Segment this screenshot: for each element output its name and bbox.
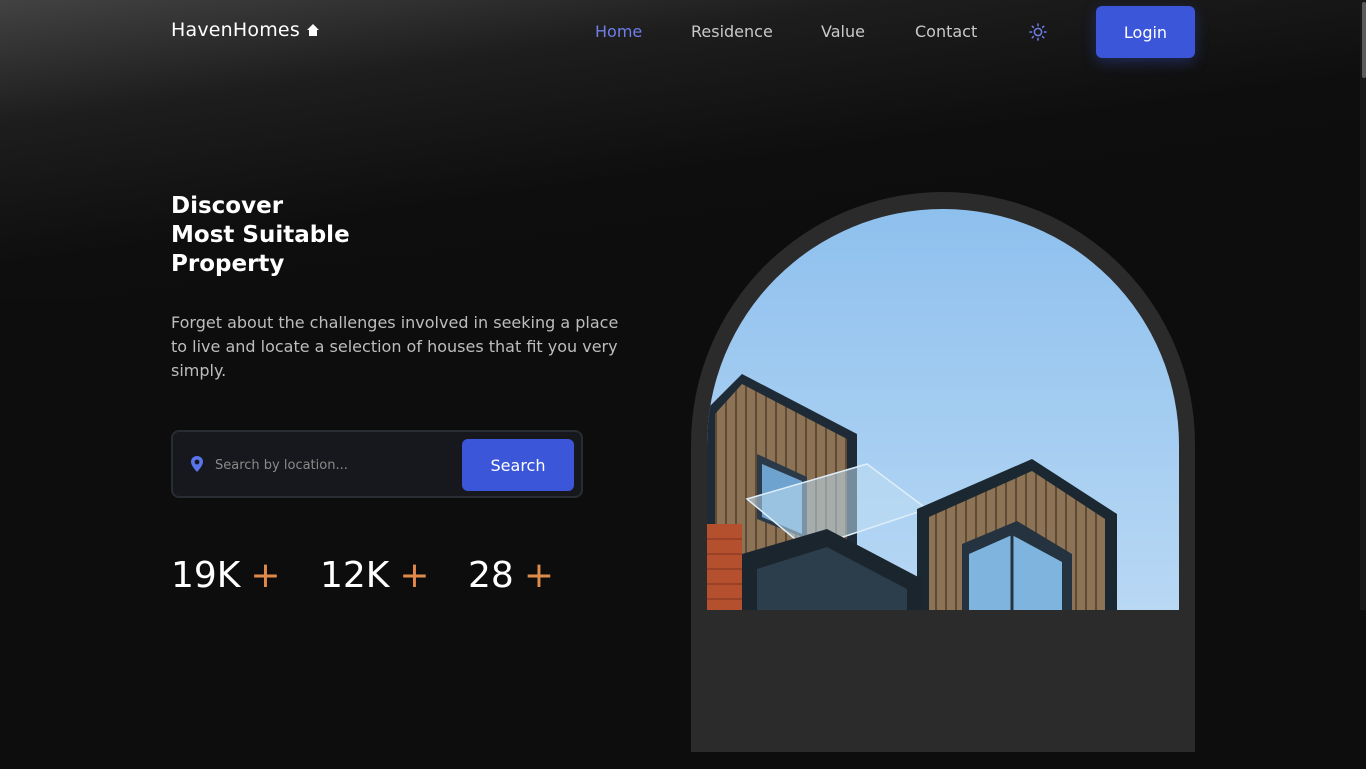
- search-button[interactable]: Search: [462, 439, 574, 491]
- hero-building-image: [707, 209, 1179, 769]
- nav-value[interactable]: Value: [821, 22, 865, 41]
- stat-happy: 12K +: [320, 555, 430, 596]
- home-icon: [306, 24, 319, 36]
- nav-home[interactable]: Home: [595, 22, 642, 41]
- brand-name: HavenHomes: [171, 19, 300, 41]
- scrollbar-thumb[interactable]: [1362, 2, 1366, 78]
- stat-awards: 28 +: [468, 555, 554, 596]
- login-button[interactable]: Login: [1096, 6, 1195, 58]
- stat-value: 19K: [171, 555, 241, 596]
- stat-plus: +: [250, 555, 281, 596]
- hero-title-line: Discover: [171, 193, 284, 219]
- sun-icon[interactable]: [1029, 23, 1047, 41]
- nav-contact[interactable]: Contact: [915, 22, 977, 41]
- hero-title-line: Property: [171, 251, 285, 277]
- stat-premium: 19K +: [171, 555, 281, 596]
- hero-title-line: Most Suitable: [171, 222, 350, 248]
- stat-value: 12K: [320, 555, 390, 596]
- page-scrollbar[interactable]: [1360, 0, 1366, 610]
- stat-value: 28: [468, 555, 514, 596]
- nav-residence[interactable]: Residence: [691, 22, 773, 41]
- hero-description: Forget about the challenges involved in …: [171, 313, 619, 380]
- stat-plus: +: [523, 555, 554, 596]
- hero-title: Discover Most Suitable Property: [171, 192, 350, 279]
- stat-plus: +: [399, 555, 430, 596]
- search-bar: Search: [171, 430, 583, 498]
- brand-logo[interactable]: HavenHomes: [171, 19, 320, 41]
- location-pin-icon: [191, 456, 203, 472]
- search-input[interactable]: [213, 450, 417, 480]
